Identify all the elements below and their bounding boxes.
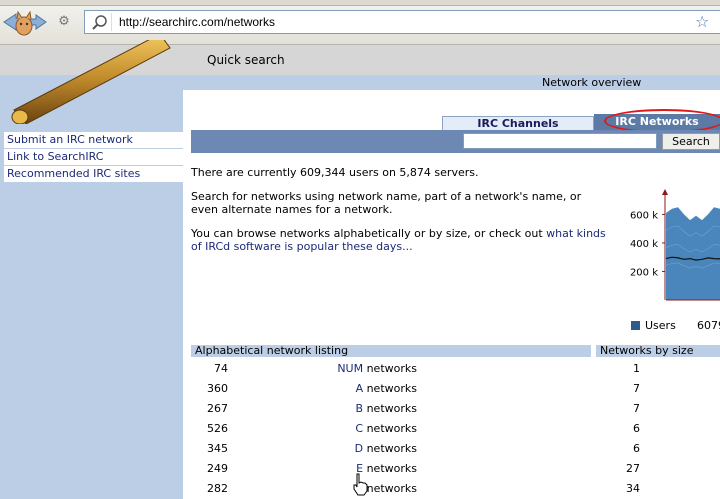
search-input[interactable] [463,133,657,149]
address-bar[interactable]: http://searchirc.com/networks ☆ [84,10,720,34]
letter-networks-link[interactable]: B networks [191,402,417,416]
size-value: 7 [633,382,640,395]
networks-suffix: networks [363,422,417,435]
networks-suffix: networks [366,482,417,495]
letter-networks-link[interactable]: E networks [191,462,417,476]
sidebar-item-recommended-sites[interactable]: Recommended IRC sites [4,166,183,182]
table-row: 267 B networks 7 [191,402,720,416]
sidebar-item-submit-network[interactable]: Submit an IRC network [4,132,183,148]
table-row: 282 networks 34 [191,482,720,496]
browse-text-prefix: You can browse networks alphabetically o… [191,227,547,240]
table-row: 526 C networks 6 [191,422,720,436]
search-button[interactable]: Search [662,133,720,150]
quick-search-link[interactable]: Quick search [207,53,285,67]
users-area [666,207,720,300]
networks-suffix: networks [363,462,417,475]
size-value: 6 [633,422,640,435]
browse-text: You can browse networks alphabetically o… [191,227,611,253]
back-forward-cat-icon[interactable] [2,6,48,38]
url-text[interactable]: http://searchirc.com/networks [119,15,275,29]
letter-label[interactable]: C [355,422,363,435]
size-listing-header: Networks by size [596,345,720,357]
letter-label[interactable]: NUM [337,362,363,375]
y-tick-label: 600 k [630,210,658,221]
letter-networks-link[interactable]: A networks [191,382,417,396]
letter-networks-link[interactable]: C networks [191,422,417,436]
letter-networks-link[interactable]: NUM networks [191,362,417,376]
table-row: 249 E networks 27 [191,462,720,476]
y-axis-arrow [662,189,668,195]
stats-text: There are currently 609,344 users on 5,8… [191,166,479,179]
legend-label: Users [645,319,676,332]
networks-suffix: networks [363,402,417,415]
alpha-listing-header: Alphabetical network listing [191,345,591,357]
settings-gear-icon[interactable]: ⚙ [56,14,72,30]
y-tick-label: 200 k [630,267,658,278]
letter-label[interactable]: A [356,382,364,395]
sidebar-item-link-to-searchirc[interactable]: Link to SearchIRC [4,149,183,165]
table-row: 345 D networks 6 [191,442,720,456]
letter-label[interactable]: D [355,442,363,455]
letter-networks-link[interactable]: networks [191,482,417,496]
networks-suffix: networks [363,442,417,455]
size-value: 34 [626,482,640,495]
legend-value: 6079 [697,319,720,332]
networks-suffix: networks [363,382,417,395]
site-logo-stick [11,40,171,124]
intro-text: Search for networks using network name, … [191,190,582,216]
hand-cursor-icon [353,473,368,496]
table-row: 360 A networks 7 [191,382,720,396]
table-row: 74 NUM networks 1 [191,362,720,376]
networks-suffix: networks [363,362,417,375]
y-tick-label: 400 k [630,239,658,250]
letter-label[interactable]: B [356,402,364,415]
size-value: 7 [633,402,640,415]
tab-irc-channels[interactable]: IRC Channels [442,116,594,131]
users-chart: 600 k 400 k 200 k [630,189,720,301]
letter-networks-link[interactable]: D networks [191,442,417,456]
breadcrumb: Network overview [542,76,642,89]
size-value: 6 [633,442,640,455]
size-value: 27 [626,462,640,475]
size-value: 1 [633,362,640,375]
bookmark-star-icon[interactable]: ☆ [695,12,709,31]
browser-tabstrip [0,0,720,6]
magnifier-icon [92,13,112,31]
legend-swatch [631,321,640,330]
